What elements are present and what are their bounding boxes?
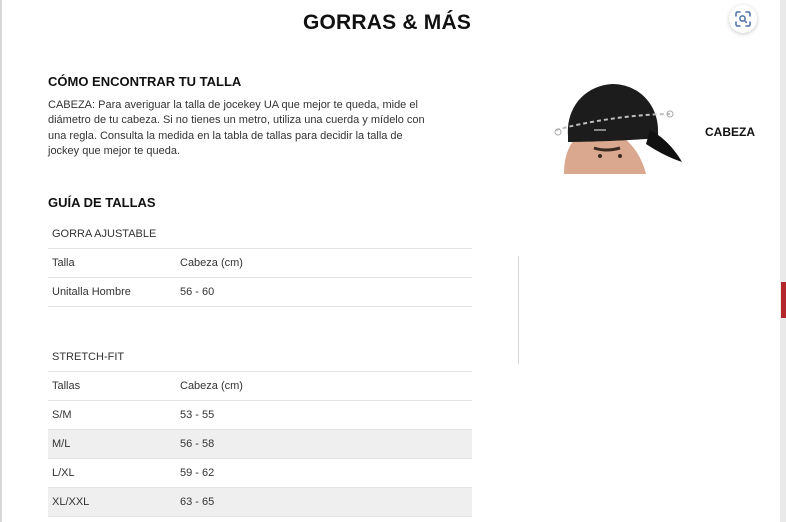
column-header-size: Tallas bbox=[48, 371, 176, 401]
cap-measure-image bbox=[554, 78, 686, 174]
column-divider bbox=[518, 256, 519, 364]
image-search-button[interactable] bbox=[729, 5, 757, 33]
size-guide-heading: GUÍA DE TALLAS bbox=[48, 195, 156, 210]
background-accent-strip bbox=[781, 282, 786, 318]
size-cell: Unitalla Hombre bbox=[48, 277, 176, 307]
column-header-size: Talla bbox=[48, 248, 176, 278]
table-header-row: Talla Cabeza (cm) bbox=[48, 248, 472, 278]
table-caption-row: GORRA AJUSTABLE bbox=[48, 220, 472, 249]
how-to-description: CABEZA: Para averiguar la talla de jocek… bbox=[48, 99, 425, 158]
how-to-heading: CÓMO ENCONTRAR TU TALLA bbox=[48, 74, 242, 89]
size-cell: XL/XXL bbox=[48, 487, 176, 517]
table-header-row: Tallas Cabeza (cm) bbox=[48, 371, 472, 401]
table-row: XL/XXL 63 - 65 bbox=[48, 487, 472, 517]
head-cell: 56 - 60 bbox=[176, 277, 472, 307]
image-search-icon bbox=[735, 11, 751, 27]
head-cell: 56 - 58 bbox=[176, 429, 472, 459]
table-row: S/M 53 - 55 bbox=[48, 400, 472, 430]
head-measure-label: CABEZA bbox=[705, 125, 755, 139]
window-border-left bbox=[0, 0, 2, 522]
page-title: GORRAS & MÁS bbox=[302, 11, 472, 34]
table-caption-row: STRETCH-FIT bbox=[48, 343, 472, 372]
head-cell: 59 - 62 bbox=[176, 458, 472, 488]
table-row: L/XL 59 - 62 bbox=[48, 458, 472, 488]
table-row: Unitalla Hombre 56 - 60 bbox=[48, 277, 472, 307]
head-cell: 63 - 65 bbox=[176, 487, 472, 517]
adjustable-size-table: GORRA AJUSTABLE Talla Cabeza (cm) Unital… bbox=[48, 220, 472, 307]
column-header-head: Cabeza (cm) bbox=[176, 248, 472, 278]
stretch-fit-size-table: STRETCH-FIT Tallas Cabeza (cm) S/M 53 - … bbox=[48, 343, 472, 517]
table-caption: STRETCH-FIT bbox=[48, 343, 472, 372]
size-cell: L/XL bbox=[48, 458, 176, 488]
column-header-head: Cabeza (cm) bbox=[176, 371, 472, 401]
size-cell: S/M bbox=[48, 400, 176, 430]
table-row: M/L 56 - 58 bbox=[48, 429, 472, 459]
table-caption: GORRA AJUSTABLE bbox=[48, 220, 472, 249]
size-cell: M/L bbox=[48, 429, 176, 459]
scrollbar-track[interactable] bbox=[780, 0, 786, 522]
head-cell: 53 - 55 bbox=[176, 400, 472, 430]
